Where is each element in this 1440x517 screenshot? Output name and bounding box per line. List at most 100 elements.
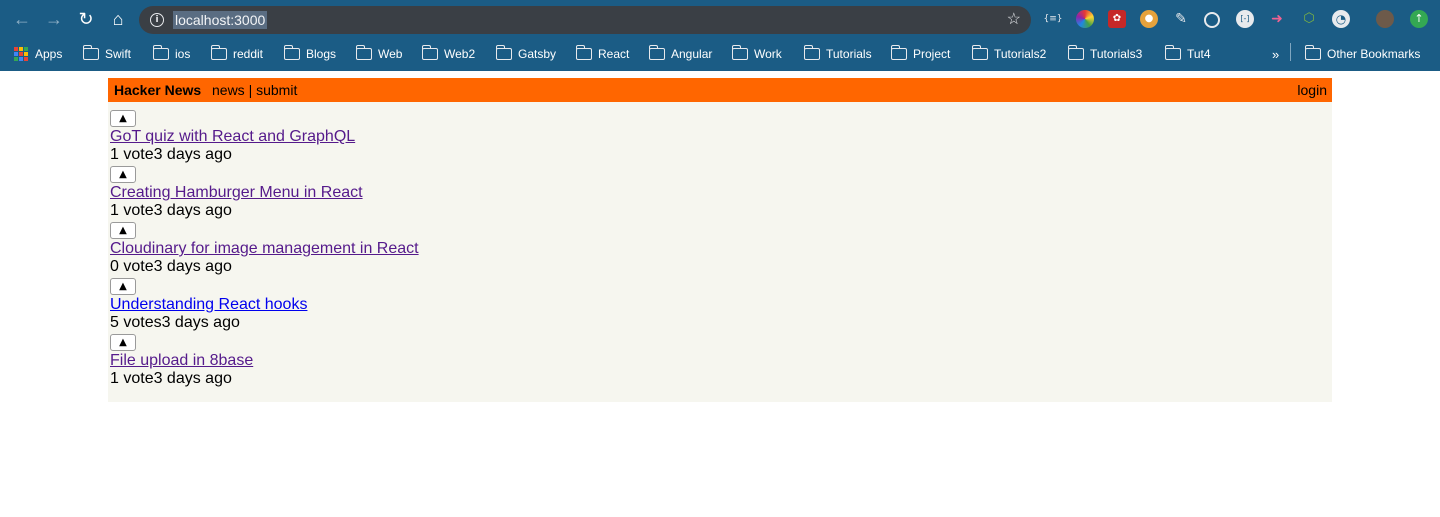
bookmark-folder-angular[interactable]: Angular (648, 44, 713, 64)
bookmark-folder-web[interactable]: Web (355, 44, 403, 64)
folder-icon (731, 45, 748, 60)
bookmark-folder-blogs[interactable]: Blogs (283, 44, 336, 64)
bookmark-label: Tutorials3 (1090, 47, 1143, 61)
nav-news-link[interactable]: news (212, 82, 245, 98)
folder-icon (82, 45, 99, 60)
bookmark-folder-react[interactable]: React (575, 44, 630, 64)
link-meta: 5 votes3 days ago (110, 314, 240, 331)
link-item: ▲ Understanding React hooks 5 votes3 day… (110, 278, 710, 334)
bookmark-folder-swift[interactable]: Swift (82, 44, 132, 64)
bookmark-folder-ios[interactable]: ios (152, 44, 191, 64)
tag-extension-icon[interactable]: ➜ (1268, 10, 1286, 28)
folder-icon (355, 45, 372, 60)
target-extension-icon[interactable] (1204, 12, 1220, 28)
link-meta: 0 vote3 days ago (110, 258, 232, 275)
color-picker-extension-icon[interactable] (1076, 10, 1094, 28)
folder-icon (575, 45, 592, 60)
bookmark-label: ios (175, 47, 191, 61)
bookmark-apps[interactable]: Apps (14, 44, 62, 64)
folder-icon (803, 45, 820, 60)
nav-separator: | (248, 82, 253, 98)
bookmarks-divider (1290, 43, 1291, 61)
address-url[interactable]: localhost:3000 (173, 11, 268, 29)
bookmark-label: Web (378, 47, 403, 61)
folder-icon (890, 45, 907, 60)
link-title[interactable]: Understanding React hooks (110, 296, 307, 314)
bookmark-folder-tutorials2[interactable]: Tutorials2 (971, 44, 1047, 64)
upvote-button[interactable]: ▲ (110, 278, 136, 295)
upvote-button[interactable]: ▲ (110, 166, 136, 183)
bookmark-label: Tutorials2 (994, 47, 1047, 61)
bookmark-label: Web2 (444, 47, 476, 61)
bookmark-label: React (598, 47, 630, 61)
hn-page: Hacker News news | submit login ▲ GoT qu… (108, 78, 1332, 402)
home-icon[interactable]: ⌂ (106, 7, 130, 31)
folder-icon (1067, 45, 1084, 60)
folder-icon (210, 45, 227, 60)
bookmark-label: Gatsby (518, 47, 557, 61)
react-devtools-extension-icon[interactable]: ✿ (1108, 10, 1126, 28)
bookmark-label: Angular (671, 47, 713, 61)
node-extension-icon[interactable]: ⬡ (1300, 10, 1318, 28)
bookmark-star-icon[interactable]: ☆ (1007, 9, 1021, 29)
browser-toolbar: ← → ↻ ⌂ i localhost:3000 ☆ {≡} ✿ ● ✎ [-]… (0, 0, 1440, 38)
bookmark-label: Other Bookmarks (1327, 47, 1421, 61)
json-extension-icon[interactable]: {≡} (1043, 10, 1063, 28)
bookmark-label: Project (913, 47, 951, 61)
reload-icon[interactable]: ↻ (74, 7, 98, 31)
bookmark-label: Tut4 (1187, 47, 1211, 61)
address-bar[interactable]: i localhost:3000 ☆ (139, 6, 1031, 34)
bookmark-folder-tutorials3[interactable]: Tutorials3 (1067, 44, 1143, 64)
link-meta: 1 vote3 days ago (110, 370, 232, 387)
forward-icon[interactable]: → (42, 7, 66, 31)
bookmark-folder-gatsby[interactable]: Gatsby (495, 44, 557, 64)
site-info-icon[interactable]: i (150, 13, 164, 27)
back-icon[interactable]: ← (10, 7, 34, 31)
nav-submit-link[interactable]: submit (256, 82, 297, 98)
link-title[interactable]: Cloudinary for image management in React (110, 240, 419, 258)
bookmark-folder-tutorials[interactable]: Tutorials (803, 44, 872, 64)
cookie-extension-icon[interactable]: ● (1140, 10, 1158, 28)
hn-header: Hacker News news | submit login (108, 78, 1332, 102)
link-item: ▲ GoT quiz with React and GraphQL 1 vote… (110, 110, 710, 166)
folder-icon (1164, 45, 1181, 60)
link-title[interactable]: File upload in 8base (110, 352, 253, 370)
other-bookmarks[interactable]: Other Bookmarks (1304, 44, 1421, 64)
hn-nav: news | submit (212, 78, 297, 102)
timer-extension-icon[interactable]: ◔ (1332, 10, 1350, 28)
bookmarks-bar: Apps Swift ios reddit Blogs Web Web2 Gat… (0, 38, 1440, 71)
upvote-button[interactable]: ▲ (110, 334, 136, 351)
link-title[interactable]: Creating Hamburger Menu in React (110, 184, 363, 202)
apps-grid-icon (14, 47, 28, 61)
link-meta: 1 vote3 days ago (110, 202, 232, 219)
bookmark-folder-web2[interactable]: Web2 (421, 44, 476, 64)
bookmark-label: Tutorials (826, 47, 872, 61)
update-icon[interactable]: ↑ (1410, 10, 1428, 28)
hn-brand[interactable]: Hacker News (114, 78, 201, 102)
bookmark-folder-reddit[interactable]: reddit (210, 44, 264, 64)
folder-icon (971, 45, 988, 60)
bookmarks-overflow-icon[interactable]: » (1272, 44, 1279, 64)
profile-avatar[interactable] (1376, 10, 1394, 28)
folder-icon (1304, 45, 1321, 60)
login-link[interactable]: login (1297, 78, 1327, 102)
folder-icon (283, 45, 300, 60)
upvote-button[interactable]: ▲ (110, 222, 136, 239)
link-item: ▲ File upload in 8base 1 vote3 days ago (110, 334, 710, 390)
bookmark-folder-tut4[interactable]: Tut4 (1164, 44, 1211, 64)
folder-icon (648, 45, 665, 60)
bookmark-label: reddit (233, 47, 264, 61)
folder-icon (421, 45, 438, 60)
upvote-button[interactable]: ▲ (110, 110, 136, 127)
link-title[interactable]: GoT quiz with React and GraphQL (110, 128, 355, 146)
pen-extension-icon[interactable]: ✎ (1172, 10, 1190, 28)
bookmark-folder-work[interactable]: Work (731, 44, 782, 64)
folder-icon (495, 45, 512, 60)
bookmark-label: Work (754, 47, 782, 61)
link-item: ▲ Cloudinary for image management in Rea… (110, 222, 710, 278)
bookmark-folder-project[interactable]: Project (890, 44, 951, 64)
capture-extension-icon[interactable]: [-] (1236, 10, 1254, 28)
bookmark-label: Swift (105, 47, 132, 61)
bookmark-label: Apps (35, 47, 63, 61)
link-meta: 1 vote3 days ago (110, 146, 232, 163)
